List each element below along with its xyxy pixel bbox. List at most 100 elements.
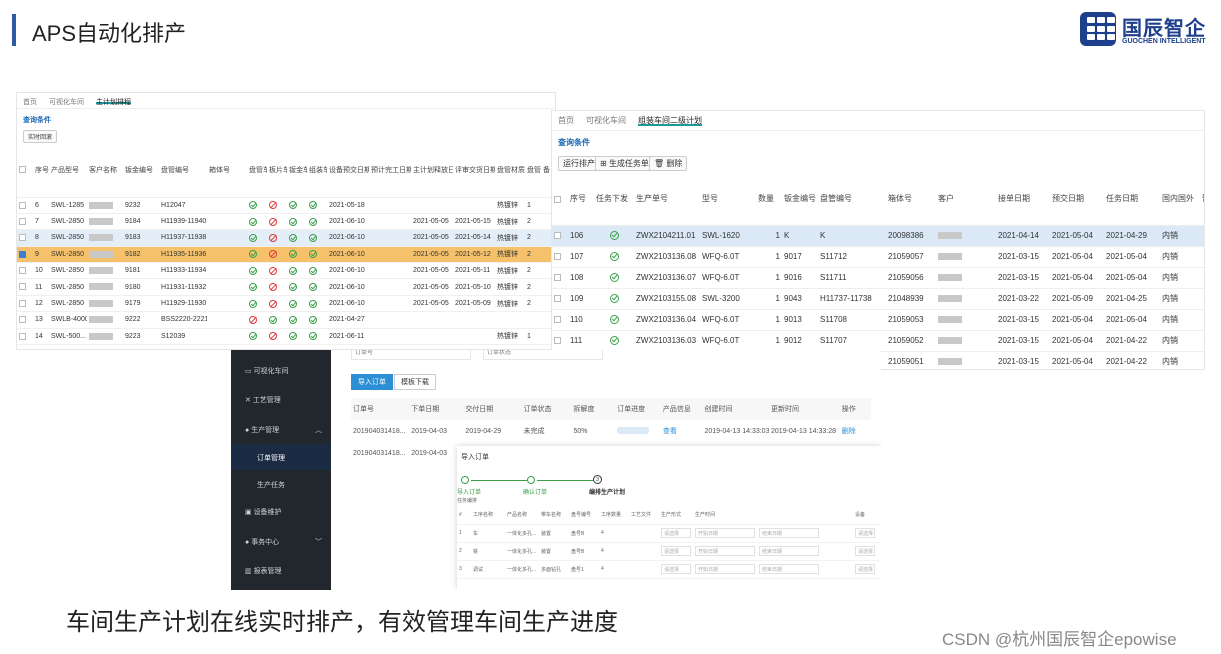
tab-assembly-plan[interactable]: 组装车间二级计划 <box>638 115 702 126</box>
cell-d2: 2021-05-09 <box>1050 288 1104 310</box>
row-checkbox[interactable] <box>552 288 568 310</box>
generate-task-button[interactable]: ⊞ 生成任务单 <box>595 156 654 171</box>
sidebar-item-visual-workshop[interactable]: ▭ 可视化车间 <box>245 366 289 376</box>
row-number: 13 <box>33 311 49 329</box>
row-checkbox[interactable] <box>552 309 568 331</box>
production-form[interactable]: 请选择 <box>659 542 693 561</box>
cell-region: 内销 <box>1160 225 1200 247</box>
select-all-checkbox[interactable] <box>552 173 568 226</box>
query-label[interactable]: 查询条件 <box>23 115 51 125</box>
select-all-checkbox[interactable] <box>17 143 33 198</box>
row-checkbox[interactable] <box>17 197 33 214</box>
row-checkbox[interactable] <box>17 262 33 280</box>
table-row[interactable]: 11 SWL-2850 9180 H11931-11932 2021-06-10 2021… <box>17 278 555 296</box>
sidebar-item-equipment[interactable]: ▣ 设备维护 <box>245 507 282 517</box>
row-checkbox[interactable] <box>17 311 33 329</box>
delete-link[interactable]: 删除 <box>840 420 871 442</box>
rollback-button[interactable]: 实时回滚 <box>23 130 58 143</box>
table-row[interactable]: 6 SWL-1285 9232 H12047 2021-05-18 热镀锌 1 <box>17 197 555 214</box>
row-checkbox[interactable] <box>17 344 33 349</box>
table-row[interactable]: 3 调试 一体化多孔... 多面钻孔 盘号1 4 请选择 开始日期 结束日期 请选择 <box>457 560 881 579</box>
sidebar-item-process[interactable]: ✕ 工艺管理 <box>245 395 281 405</box>
table-row[interactable]: 2 铣一体化多孔... 装置 盘号B 4 请选择 开始日期 结束日期 请选择 <box>457 542 881 561</box>
select-input[interactable]: 请选择 <box>661 528 691 538</box>
production-form[interactable]: 请选择 <box>659 560 693 579</box>
tab-visual-workshop[interactable]: 可视化车间 <box>49 97 84 106</box>
end-date-input[interactable]: 结束日期 <box>759 546 819 556</box>
select-input[interactable]: 请选择 <box>855 564 875 574</box>
query-label[interactable]: 查询条件 <box>558 137 590 148</box>
table-row[interactable]: 1 车一体化多孔... 装置 盘号B 4 请选择 开始日期 结束日期 请选择 <box>457 524 881 543</box>
production-form[interactable]: 请选择 <box>659 524 693 543</box>
start-date-input[interactable]: 开始日期 <box>695 528 755 538</box>
row-checkbox[interactable] <box>17 278 33 296</box>
select-input[interactable]: 请选择 <box>661 564 691 574</box>
check-circle-icon <box>309 299 317 308</box>
table-row[interactable]: 7 SWL-2850 9184 H11939-11940 2021-06-10 2021-… <box>17 213 555 231</box>
row-checkbox[interactable] <box>552 246 568 268</box>
sidebar-item-tasks[interactable]: 生产任务 <box>257 480 285 490</box>
table-row[interactable]: 108 ZWX2103136.07 WFQ-6.0T 1 9016 S11711 21059… <box>552 267 1204 289</box>
tab-master-schedule[interactable]: 主计划排程 <box>96 97 131 106</box>
end-date-input[interactable]: 结束日期 <box>759 528 819 538</box>
import-order-button[interactable]: 导入订单 <box>351 374 393 390</box>
sheet-number: 9223 <box>123 328 159 346</box>
row-checkbox[interactable] <box>552 330 568 352</box>
table-row[interactable]: 8 SWL-2850 9183 H11937-11938 2021-06-10 2021-… <box>17 229 555 247</box>
order-status-filter[interactable] <box>483 350 603 360</box>
select-input[interactable]: 请选择 <box>855 546 875 556</box>
template-download-button[interactable]: 模板下载 <box>394 374 436 390</box>
table-row[interactable]: 109 ZWX2103155.08 SWL-3200 1 9043 H11737-1173… <box>552 288 1204 310</box>
equipment-select[interactable]: 请选择 <box>853 524 881 543</box>
start-date-input[interactable]: 开始日期 <box>695 564 755 574</box>
order-date: 2019-04-03 <box>411 449 448 457</box>
sheet-number: 9181 <box>123 262 159 280</box>
start-date-input[interactable]: 开始日期 <box>695 546 755 556</box>
table-row[interactable]: 107 ZWX2103136.08 WFQ-6.0T 1 9017 S11712 21059… <box>552 246 1204 268</box>
sidebar-item-reports[interactable]: ▥ 报表管理 <box>245 566 282 576</box>
table-row[interactable]: 110 ZWX2103136.04 WFQ-6.0T 1 9013 S11708 21059… <box>552 309 1204 331</box>
production-order: ZWX2103136.08 <box>634 246 700 268</box>
run-schedule-button[interactable]: 运行排产 <box>558 156 600 171</box>
table-row[interactable]: 14 SWL-500... 9223 S12039 2021-06-11 热镀锌 1 <box>17 328 555 346</box>
product-model: SWL-595 <box>49 344 87 349</box>
tab-home[interactable]: 首页 <box>23 97 37 106</box>
production-time[interactable]: 开始日期 结束日期 <box>693 542 823 561</box>
select-input[interactable]: 请选择 <box>661 546 691 556</box>
customer-name <box>87 311 123 329</box>
watermark: CSDN @杭州国辰智企epowise <box>942 630 1177 649</box>
sidebar-item-affairs[interactable]: ● 事务中心 ﹀ <box>245 537 322 547</box>
sidebar-item-orders[interactable]: 订单管理 <box>257 453 285 463</box>
row-checkbox[interactable] <box>17 295 33 313</box>
table-row[interactable]: 106 ZWX2104211.01 SWL-1620 1 K K 20098386 2021-… <box>552 225 1204 247</box>
order-number-filter[interactable] <box>351 350 471 360</box>
delete-button[interactable]: 🗑 删除 <box>649 156 688 171</box>
row-checkbox[interactable] <box>17 229 33 247</box>
equipment-select[interactable]: 请选择 <box>853 542 881 561</box>
production-time[interactable]: 开始日期 结束日期 <box>693 524 823 543</box>
equipment-select[interactable]: 请选择 <box>853 560 881 579</box>
workshop-status <box>287 328 307 346</box>
tab-home[interactable]: 首页 <box>558 115 574 126</box>
row-checkbox[interactable] <box>17 213 33 231</box>
table-row[interactable]: 201904031418... 2019-04-03 2019-04-29 未完… <box>351 420 871 442</box>
sidebar-item-production[interactable]: ● 生产管理 ︿ <box>245 425 322 435</box>
table-row[interactable]: 9 SWL-2850 9182 H11935-11936 2021-06-10 2021-… <box>17 246 555 264</box>
row-checkbox[interactable] <box>552 225 568 247</box>
table-row[interactable]: 111 ZWX2103136.03 WFQ-6.0T 1 9012 S11707 21059… <box>552 330 1204 352</box>
table-row[interactable]: 13 SWLB-4000 9222 BSS2220-2221 2021-04-27 <box>17 311 555 329</box>
table-row[interactable]: 12 SWL-2850 9179 H11929-11930 2021-06-10 2021… <box>17 295 555 313</box>
row-checkbox[interactable] <box>17 328 33 346</box>
quantity: 1 <box>756 330 782 352</box>
row-checkbox[interactable] <box>17 246 33 264</box>
row-checkbox[interactable] <box>552 267 568 289</box>
tab-visual-workshop[interactable]: 可视化车间 <box>586 115 626 126</box>
cell-d2 <box>369 229 411 247</box>
production-time[interactable]: 开始日期 结束日期 <box>693 560 823 579</box>
select-input[interactable]: 请选择 <box>855 528 875 538</box>
cell-qty: 4 <box>599 560 629 579</box>
table-row[interactable]: 10 SWL-2850 9181 H11933-11934 2021-06-10 2021… <box>17 262 555 280</box>
master-schedule-screenshot: 首页 可视化车间 主计划排程 查询条件 实时回滚 序号 产品型号 客户名称 钣金编号盘… <box>16 92 556 350</box>
view-link[interactable]: 查看 <box>661 420 703 442</box>
end-date-input[interactable]: 结束日期 <box>759 564 819 574</box>
